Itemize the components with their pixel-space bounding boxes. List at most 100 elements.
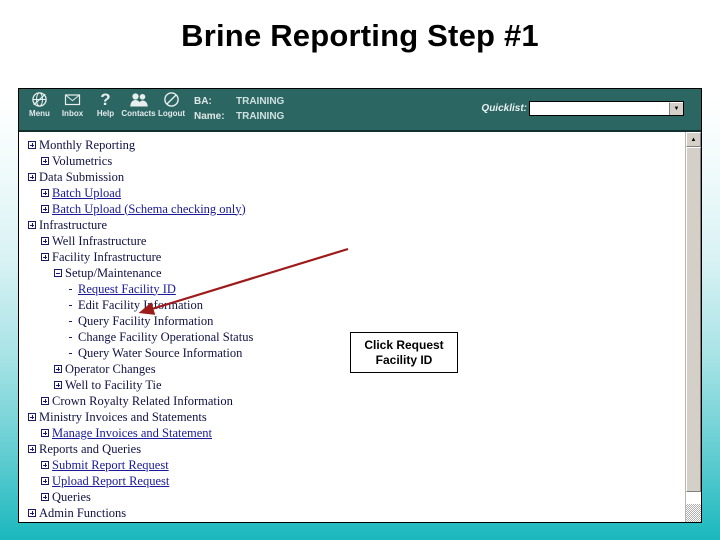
callout-line-2: Facility ID [375,352,433,367]
tree-item[interactable]: Admin Functions [28,505,358,521]
expand-plus-icon[interactable] [28,413,36,421]
tree-item[interactable]: Batch Upload (Schema checking only) [28,201,358,217]
expand-plus-icon[interactable] [41,205,49,213]
callout-box: Click Request Facility ID [350,332,458,373]
scrollbar-thumb[interactable] [686,147,701,492]
quicklist-select[interactable]: ▼ [529,101,684,116]
expand-plus-icon[interactable] [41,157,49,165]
tree-item[interactable]: Manage Invoices and Statement [28,425,358,441]
tree-item[interactable]: Request Facility ID [28,281,358,297]
name-value: TRAINING [236,111,285,122]
tree-item-label: Admin Functions [39,505,127,520]
tree-item[interactable]: Security [28,521,358,523]
envelope-icon [64,90,81,109]
tree-item-label: Well to Facility Tie [65,377,162,392]
expand-plus-icon[interactable] [41,477,49,485]
tree-leaf-icon [67,333,75,341]
tree-item-label: Facility Infrastructure [52,249,162,264]
toolbar-button-logout[interactable]: Logout [155,90,188,118]
tree-item-label: Query Water Source Information [78,345,243,360]
navigation-tree: Monthly Reporting Volumetrics Data Submiss… [28,137,358,522]
tree-item[interactable]: Change Facility Operational Status [28,329,358,345]
expand-plus-icon[interactable] [28,445,36,453]
tree-leaf-icon [67,349,75,357]
expand-plus-icon[interactable] [41,237,49,245]
name-label: Name: [194,111,225,122]
toolbar-label-inbox: Inbox [61,109,84,118]
ba-value: TRAINING [236,96,285,107]
tree-item[interactable]: Well to Facility Tie [28,377,358,393]
tree-item-label: Request Facility ID [78,281,176,296]
expand-plus-icon[interactable] [54,365,62,373]
scroll-up-button[interactable]: ▲ [686,132,701,147]
quicklist-label: Quicklist: [481,103,527,114]
expand-plus-icon[interactable] [41,253,49,261]
expand-plus-icon[interactable] [54,381,62,389]
tree-item[interactable]: Edit Facility Information [28,297,358,313]
name-row: Name: TRAINING [194,109,284,124]
tree-item-label: Monthly Reporting [39,137,136,152]
toolbar-label-menu: Menu [29,109,50,118]
tree-item[interactable]: Well Infrastructure [28,233,358,249]
chevron-down-icon[interactable]: ▼ [669,102,683,115]
tree-item[interactable]: Operator Changes [28,361,358,377]
app-header-bar: Menu Inbox ? Help Contacts Logout BA: TR… [19,89,701,132]
tree-item-label: Queries [52,489,91,504]
expand-plus-icon[interactable] [41,493,49,501]
tree-item-label: Setup/Maintenance [65,265,162,280]
tree-item-label: Ministry Invoices and Statements [39,409,207,424]
tree-item-label: Edit Facility Information [78,297,203,312]
toolbar-label-logout: Logout [157,109,186,118]
tree-item-label: Batch Upload [52,185,122,200]
tree-item-label: Volumetrics [52,153,113,168]
tree-item[interactable]: Upload Report Request [28,473,358,489]
page-title: Brine Reporting Step #1 [181,18,539,53]
tree-leaf-icon [67,285,75,293]
tree-item[interactable]: Query Water Source Information [28,345,358,361]
tree-item-label: Infrastructure [39,217,108,232]
tree-item[interactable]: Data Submission [28,169,358,185]
tree-item[interactable]: Facility Infrastructure [28,249,358,265]
tree-item[interactable]: Infrastructure [28,217,358,233]
tree-item[interactable]: Volumetrics [28,153,358,169]
tree-item-label: Manage Invoices and Statement [52,425,213,440]
scrollbar-track[interactable] [686,147,701,504]
ba-label: BA: [194,96,212,107]
expand-plus-icon[interactable] [28,173,36,181]
toolbar-button-menu[interactable]: Menu [23,90,56,118]
people-icon [129,90,149,109]
tree-item-label: Data Submission [39,169,125,184]
toolbar-button-help[interactable]: ? Help [89,90,122,118]
expand-plus-icon[interactable] [41,397,49,405]
toolbar-label-contacts: Contacts [121,109,156,118]
expand-plus-icon[interactable] [41,189,49,197]
tree-item[interactable]: Query Facility Information [28,313,358,329]
expand-plus-icon[interactable] [41,461,49,469]
tree-item[interactable]: Batch Upload [28,185,358,201]
tree-item[interactable]: Submit Report Request [28,457,358,473]
resize-grip [686,504,701,522]
quicklist-group: Quicklist: ▼ [481,101,684,116]
vertical-scrollbar[interactable]: ▲ [685,132,701,522]
tree-item[interactable]: Reports and Queries [28,441,358,457]
tree-leaf-icon [67,301,75,309]
expand-plus-icon[interactable] [41,429,49,437]
expand-plus-icon[interactable] [28,509,36,517]
session-info: BA: TRAINING Name: TRAINING [194,94,284,124]
collapse-minus-icon[interactable] [54,269,62,277]
tree-item[interactable]: Setup/Maintenance [28,265,358,281]
no-entry-icon [163,90,180,109]
tree-item[interactable]: Monthly Reporting [28,137,358,153]
tree-item[interactable]: Ministry Invoices and Statements [28,409,358,425]
tree-item-label: Well Infrastructure [52,233,147,248]
tree-item-label: Reports and Queries [39,441,142,456]
toolbar-button-contacts[interactable]: Contacts [121,90,156,118]
tree-item-label: Upload Report Request [52,473,170,488]
question-mark-icon: ? [100,90,111,109]
tree-item[interactable]: Crown Royalty Related Information [28,393,358,409]
tree-item-label: Batch Upload (Schema checking only) [52,201,246,216]
expand-plus-icon[interactable] [28,141,36,149]
toolbar-button-inbox[interactable]: Inbox [56,90,89,118]
expand-plus-icon[interactable] [28,221,36,229]
tree-item[interactable]: Queries [28,489,358,505]
